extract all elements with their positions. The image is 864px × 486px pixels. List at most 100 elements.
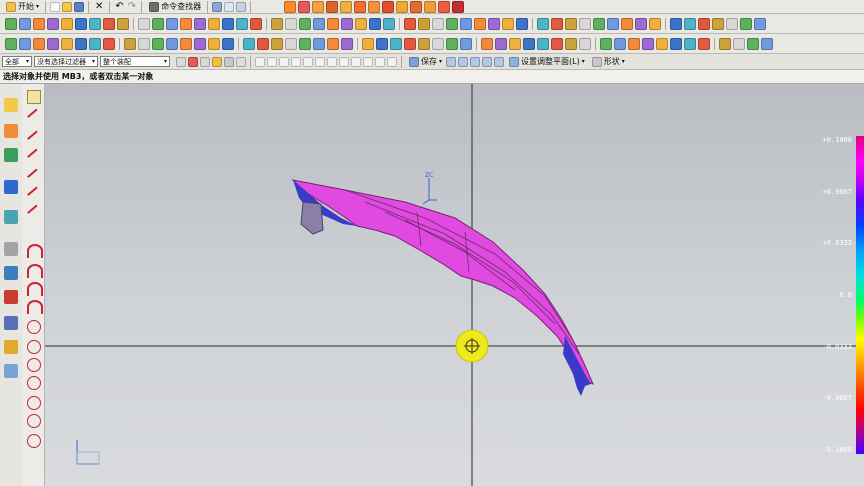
circle-center-icon[interactable] xyxy=(27,340,41,354)
snap-icon-8[interactable] xyxy=(339,56,349,67)
curve-view-icon-47[interactable] xyxy=(684,37,696,50)
feature-icon-24[interactable] xyxy=(341,17,353,30)
filter-icon-5[interactable] xyxy=(224,56,234,67)
system-material-icon[interactable] xyxy=(4,266,18,280)
feature-icon-18[interactable] xyxy=(250,17,262,30)
curve-view-icon-48[interactable] xyxy=(698,37,710,50)
curve-view-icon-17[interactable] xyxy=(243,37,255,50)
feature-icon-42[interactable] xyxy=(607,17,619,30)
feature-icon-45[interactable] xyxy=(649,17,661,30)
feature-icon-25[interactable] xyxy=(355,17,367,30)
curve-view-icon-42[interactable] xyxy=(614,37,626,50)
curve-view-icon-35[interactable] xyxy=(509,37,521,50)
feature-icon-32[interactable] xyxy=(460,17,472,30)
feature-icon-41[interactable] xyxy=(593,17,605,30)
image-library-icon[interactable] xyxy=(4,364,18,378)
feature-icon-8[interactable] xyxy=(103,17,115,30)
circle-radius-icon[interactable] xyxy=(27,396,41,410)
feature-icon-47[interactable] xyxy=(684,17,696,30)
window-icon[interactable] xyxy=(224,1,235,12)
line-point-icon[interactable] xyxy=(27,130,39,142)
feature-icon-17[interactable] xyxy=(236,17,248,30)
curve-view-icon-39[interactable] xyxy=(565,37,577,50)
web-browser-icon[interactable] xyxy=(4,180,18,194)
palette-icon[interactable] xyxy=(4,210,18,224)
snap-icon-4[interactable] xyxy=(291,56,301,67)
line-angle-icon[interactable] xyxy=(27,168,39,180)
curve-view-icon-32[interactable] xyxy=(460,37,472,50)
curve-view-icon-52[interactable] xyxy=(761,37,773,50)
shape-button[interactable]: 形状 ▾ xyxy=(588,56,628,68)
analysis-icon-12[interactable] xyxy=(438,0,451,13)
rotate-point-cursor[interactable] xyxy=(455,329,489,363)
analysis-icon-10[interactable] xyxy=(410,0,423,13)
feature-icon-49[interactable] xyxy=(712,17,724,30)
curve-view-icon-30[interactable] xyxy=(432,37,444,50)
curve-view-icon-50[interactable] xyxy=(733,37,745,50)
curve-view-icon-1[interactable] xyxy=(5,37,17,50)
curve-view-icon-33[interactable] xyxy=(481,37,493,50)
save-view-button[interactable]: 保存 ▾ xyxy=(405,56,445,68)
curve-view-icon-8[interactable] xyxy=(103,37,115,50)
circle-point-icon[interactable] xyxy=(27,434,41,448)
analysis-icon-9[interactable] xyxy=(396,0,409,13)
feature-icon-34[interactable] xyxy=(488,17,500,30)
curve-view-icon-15[interactable] xyxy=(208,37,220,50)
analysis-icon-8[interactable] xyxy=(382,0,395,13)
arc-fillet-icon[interactable] xyxy=(27,300,43,314)
curve-view-icon-2[interactable] xyxy=(19,37,31,50)
reuse-library-icon[interactable] xyxy=(4,148,18,162)
curve-view-icon-14[interactable] xyxy=(194,37,206,50)
feature-icon-20[interactable] xyxy=(285,17,297,30)
analysis-icon-5[interactable] xyxy=(340,0,353,13)
curve-view-icon-25[interactable] xyxy=(362,37,374,50)
curve-view-icon-10[interactable] xyxy=(138,37,150,50)
snap-icon-5[interactable] xyxy=(303,56,313,67)
close-icon[interactable]: ✕ xyxy=(95,1,103,12)
curve-view-icon-9[interactable] xyxy=(124,37,136,50)
snap-icon-10[interactable] xyxy=(363,56,373,67)
feature-icon-48[interactable] xyxy=(698,17,710,30)
curve-view-icon-29[interactable] xyxy=(418,37,430,50)
type-filter-dropdown[interactable]: 没有选择过滤器 ▾ xyxy=(34,56,98,67)
circle-tangent-icon[interactable] xyxy=(27,376,41,390)
curve-view-icon-22[interactable] xyxy=(313,37,325,50)
feature-icon-50[interactable] xyxy=(726,17,738,30)
arc-three-point-icon[interactable] xyxy=(27,264,43,278)
feature-icon-38[interactable] xyxy=(551,17,563,30)
curve-view-icon-18[interactable] xyxy=(257,37,269,50)
feature-icon-9[interactable] xyxy=(117,17,129,30)
wrench-icon[interactable] xyxy=(212,1,223,12)
curve-view-icon-40[interactable] xyxy=(579,37,591,50)
feature-icon-15[interactable] xyxy=(208,17,220,30)
filter-icon-3[interactable] xyxy=(200,56,210,67)
model-canvas[interactable]: ZC xyxy=(45,84,864,486)
feature-icon-40[interactable] xyxy=(579,17,591,30)
feature-icon-3[interactable] xyxy=(33,17,45,30)
curve-view-icon-28[interactable] xyxy=(404,37,416,50)
analysis-icon-13[interactable] xyxy=(452,0,465,13)
snap-icon-12[interactable] xyxy=(387,56,397,67)
curve-view-icon-27[interactable] xyxy=(390,37,402,50)
curve-view-icon-37[interactable] xyxy=(537,37,549,50)
feature-icon-43[interactable] xyxy=(621,17,633,30)
feature-icon-4[interactable] xyxy=(47,17,59,30)
analysis-icon-1[interactable] xyxy=(284,0,297,13)
curve-view-icon-44[interactable] xyxy=(642,37,654,50)
feature-icon-14[interactable] xyxy=(194,17,206,30)
curve-view-icon-20[interactable] xyxy=(285,37,297,50)
line-tangent-icon[interactable] xyxy=(27,148,39,160)
feature-icon-36[interactable] xyxy=(516,17,528,30)
line-parallel-icon[interactable] xyxy=(27,204,39,216)
assembly-dropdown[interactable]: 整个装配 ▾ xyxy=(100,56,170,67)
feature-icon-21[interactable] xyxy=(299,17,311,30)
snap-icon-2[interactable] xyxy=(267,56,277,67)
analysis-icon-7[interactable] xyxy=(368,0,381,13)
snap-icon-6[interactable] xyxy=(315,56,325,67)
new-file-icon[interactable] xyxy=(50,1,61,12)
filter-icon-2[interactable] xyxy=(188,56,198,67)
feature-icon-29[interactable] xyxy=(418,17,430,30)
redo-icon[interactable]: ↷ xyxy=(128,1,136,12)
curve-view-icon-19[interactable] xyxy=(271,37,283,50)
circle-diameter-icon[interactable] xyxy=(27,414,41,428)
